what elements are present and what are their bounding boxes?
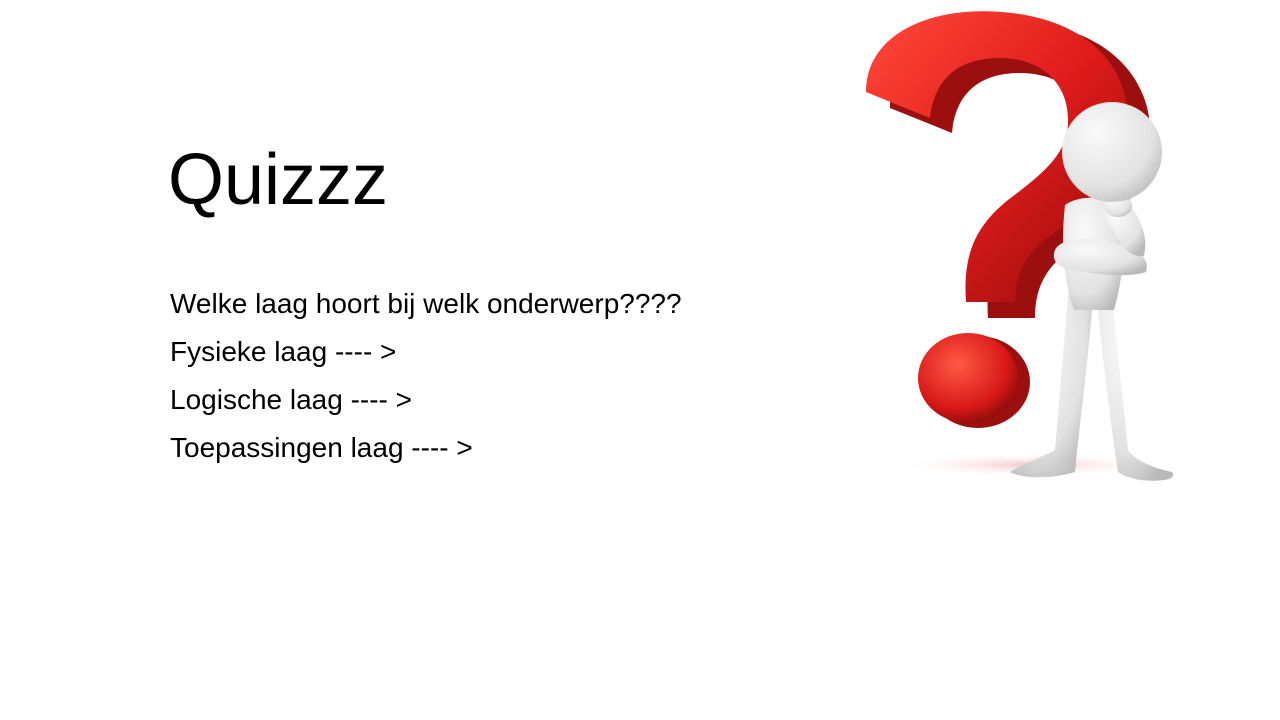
body-line-logische-laag: Logische laag ---- > bbox=[170, 384, 413, 415]
slide-title: Quizzz bbox=[168, 140, 389, 220]
body-line-question: Welke laag hoort bij welk onderwerp???? bbox=[170, 288, 682, 319]
body-line-toepassingen-laag: Toepassingen laag ---- > bbox=[170, 432, 473, 463]
body-line-fysieke-laag: Fysieke laag ---- > bbox=[170, 336, 397, 367]
question-mark-thinking-figure-icon bbox=[866, 11, 1174, 481]
figure-head bbox=[1062, 102, 1162, 202]
slide-body: Welke laag hoort bij welk onderwerp???? … bbox=[170, 280, 682, 472]
presentation-slide: Quizzz Welke laag hoort bij welk onderwe… bbox=[0, 0, 1280, 720]
question-mark-dot bbox=[918, 333, 1018, 423]
